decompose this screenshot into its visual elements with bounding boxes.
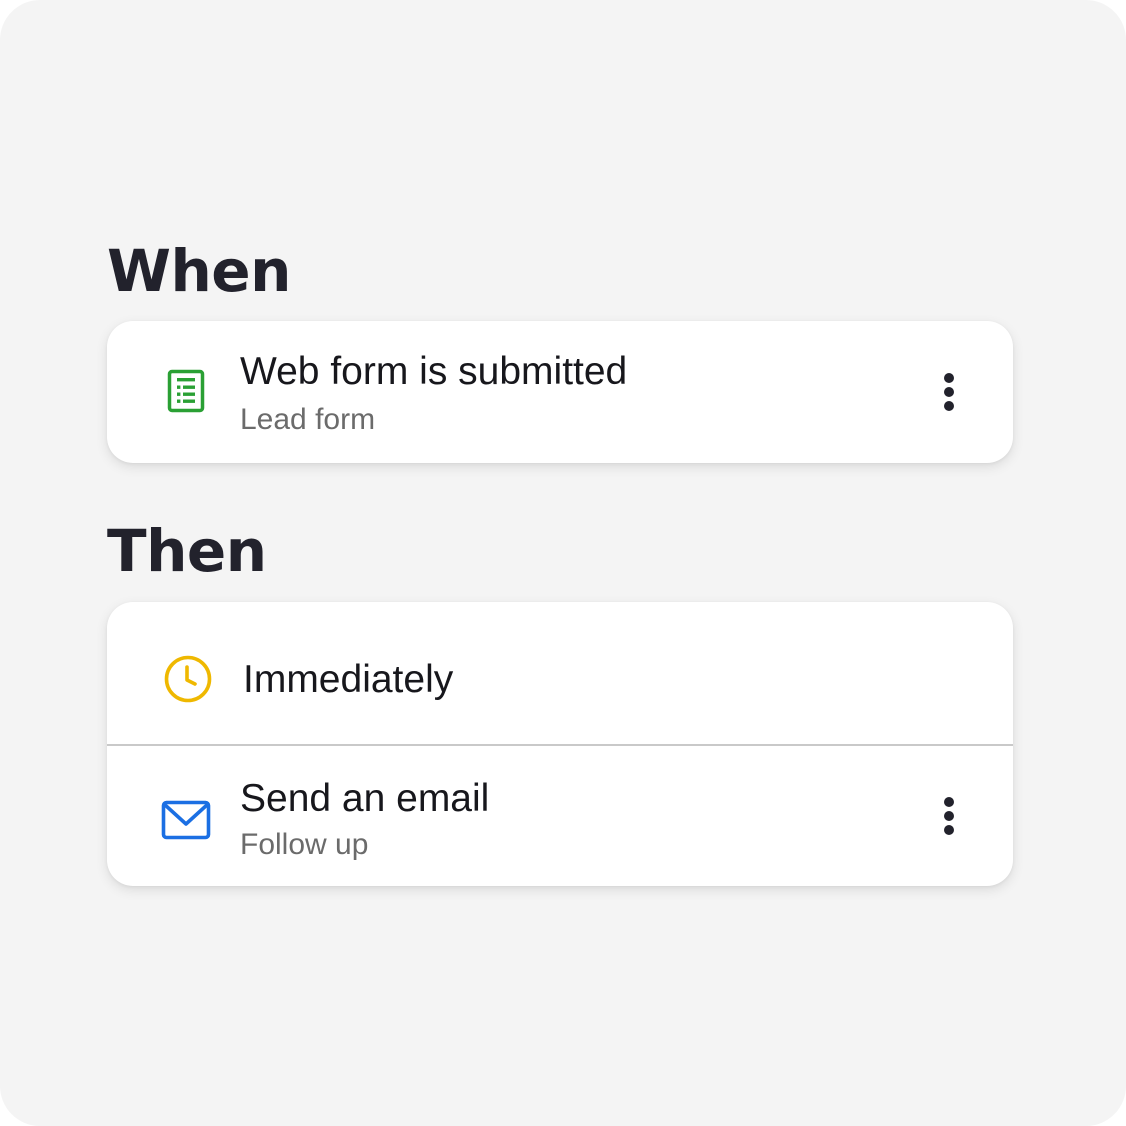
delay-label: Immediately: [243, 658, 454, 701]
email-action-row[interactable]: Send an email Follow up: [107, 746, 1013, 886]
trigger-row[interactable]: Web form is submitted Lead form: [107, 321, 1013, 463]
when-heading: When: [107, 237, 291, 305]
email-action-subtitle: Follow up: [240, 828, 369, 861]
delay-row[interactable]: Immediately: [107, 602, 1013, 744]
trigger-card[interactable]: Web form is submitted Lead form: [107, 321, 1013, 463]
envelope-icon: [161, 800, 211, 840]
trigger-subtitle: Lead form: [240, 403, 376, 436]
trigger-title: Web form is submitted: [240, 350, 628, 393]
clock-icon: [164, 655, 212, 703]
action-card[interactable]: Immediately Send an email Follow up: [107, 602, 1013, 886]
trigger-more-options-button[interactable]: [933, 366, 965, 418]
automation-canvas: When Web form is submitted Lead form The…: [0, 0, 1126, 1126]
then-heading: Then: [107, 517, 267, 585]
form-document-icon: [167, 369, 205, 413]
email-action-more-options-button[interactable]: [933, 790, 965, 842]
email-action-title: Send an email: [240, 777, 490, 820]
